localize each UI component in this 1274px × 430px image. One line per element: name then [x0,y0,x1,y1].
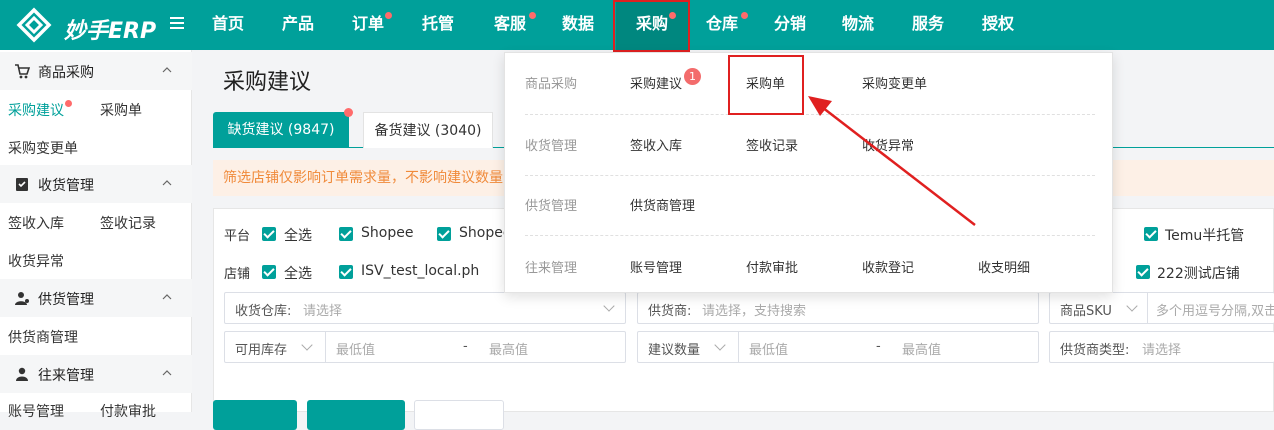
nav-data[interactable]: 数据 [548,0,608,50]
sidebar-item-purchase-change[interactable]: 采购变更单 [8,138,78,158]
dropdown-row-accounts: 往来管理 账号管理 付款审批 收款登记 收支明细 [505,237,1114,298]
checkbox-shop-all[interactable] [262,265,276,279]
sidebar-item-sign-records[interactable]: 签收记录 [100,213,156,233]
menu-toggle-icon[interactable] [170,13,188,33]
sidebar-item-purchase-order[interactable]: 采购单 [100,100,142,120]
sidebar-item-sign-inbound[interactable]: 签收入库 [8,213,64,233]
max-input[interactable]: 最高值 [902,339,941,358]
supplier-type-select[interactable]: 供货商类型: 请选择 [1049,331,1274,363]
nav-services[interactable]: 服务 [898,0,958,50]
chevron-down-icon [714,339,726,351]
suggest-qty-range[interactable]: 建议数量 最低值 - 最高值 [637,331,1039,363]
sidebar-item-payment-approval[interactable]: 付款审批 [100,401,156,421]
logo-icon [16,7,52,43]
page-title: 采购建议 [223,70,312,95]
notification-dot [385,12,392,19]
menu-item-purchase-suggestion[interactable]: 采购建议 [630,73,682,92]
reset-button[interactable] [414,400,504,430]
dropdown-category: 供货管理 [525,199,578,214]
shop-label: 店铺 [224,267,251,282]
highlight-box-purchase-order [728,55,804,115]
chevron-up-icon [162,180,172,186]
purchasing-dropdown-menu: 商品采购 采购建议 1 采购单 采购变更单 收货管理 签收入库 签收记录 收货异… [504,52,1113,293]
menu-item-income-expense-detail[interactable]: 收支明细 [978,257,1030,276]
checkbox-label: Shopee [361,225,414,241]
menu-item-receipt-registration[interactable]: 收款登记 [862,257,914,276]
sidebar-group-product-purchasing[interactable]: 商品采购 [0,52,192,90]
highlight-box-purchasing [613,0,690,52]
platform-label: 平台 [224,229,251,244]
sidebar-group-accounts[interactable]: 往来管理 [0,355,192,393]
dropdown-category: 收货管理 [525,139,578,154]
dropdown-row-product-purchasing: 商品采购 采购建议 1 采购单 采购变更单 [505,53,1114,114]
checkbox-platform-shopee[interactable] [339,227,353,241]
sidebar-item-supplier-management[interactable]: 供货商管理 [8,327,78,347]
nav-customer-service[interactable]: 客服 [480,0,540,50]
user-icon [16,367,28,381]
chevron-up-icon [162,370,172,376]
search-button[interactable] [213,400,297,430]
chevron-down-icon [1126,300,1138,312]
checkbox-platform-all[interactable] [262,227,276,241]
nav-distribution[interactable]: 分销 [760,0,820,50]
brand-name: 妙手ERP [64,19,157,44]
checklist-icon [16,178,28,191]
nav-products[interactable]: 产品 [268,0,328,50]
checkbox-platform-shopee-2[interactable] [437,227,451,241]
menu-item-receiving-exception[interactable]: 收货异常 [862,135,914,154]
checkbox-label: 全选 [284,266,312,282]
menu-item-supplier-management[interactable]: 供货商管理 [630,195,695,214]
dropdown-category: 商品采购 [525,77,578,92]
chevron-up-icon [162,294,172,300]
menu-item-payment-approval[interactable]: 付款审批 [746,257,798,276]
min-input[interactable]: 最低值 [336,339,375,358]
checkbox-platform-temu[interactable] [1144,227,1158,241]
chevron-down-icon [603,300,615,312]
nav-authorization[interactable]: 授权 [968,0,1028,50]
dropdown-category: 往来管理 [525,261,578,276]
menu-item-sign-records[interactable]: 签收记录 [746,135,798,154]
sidebar-item-receiving-exception[interactable]: 收货异常 [8,251,64,271]
chevron-up-icon [162,67,172,73]
brand-logo[interactable]: 妙手ERP [14,7,164,44]
divider [525,235,1095,236]
checkbox-shop-222[interactable] [1136,265,1150,279]
sidebar-group-receiving[interactable]: 收货管理 [0,165,192,203]
notification-badge: 1 [684,68,701,85]
sidebar-item-purchase-suggestion[interactable]: 采购建议 [8,100,72,120]
menu-item-purchase-change[interactable]: 采购变更单 [862,73,927,92]
checkbox-shop-isv[interactable] [339,265,353,279]
sidebar-item-account-management[interactable]: 账号管理 [8,401,64,421]
min-input[interactable]: 最低值 [749,339,788,358]
supplier-icon [15,292,29,305]
notification-dot [741,12,748,19]
nav-home[interactable]: 首页 [198,0,258,50]
nav-orders[interactable]: 订单 [338,0,398,50]
sidebar: 商品采购 采购建议 采购单 采购变更单 收货管理 签收入库 签收记录 收货异常 … [0,50,192,420]
available-stock-range[interactable]: 可用库存 最低值 - 最高值 [224,331,626,363]
menu-item-sign-inbound[interactable]: 签收入库 [630,135,682,154]
tab-shortage-suggestion[interactable]: 缺货建议 (9847) [213,108,353,148]
sidebar-group-supply[interactable]: 供货管理 [0,279,192,317]
checkbox-label: 全选 [284,228,312,244]
menu-item-account-management[interactable]: 账号管理 [630,257,682,276]
nav-logistics[interactable]: 物流 [828,0,888,50]
chevron-down-icon [301,339,313,351]
notification-dot [344,108,353,117]
action-button[interactable] [307,400,405,430]
checkbox-label: Temu半托管 [1165,228,1245,244]
tab-stock-suggestion[interactable]: 备货建议 (3040) [363,112,493,148]
notification-dot [529,12,536,19]
dropdown-row-receiving: 收货管理 签收入库 签收记录 收货异常 [505,115,1114,176]
notification-dot [65,100,72,107]
max-input[interactable]: 最高值 [489,339,528,358]
cart-icon [15,64,30,79]
dropdown-row-supply: 供货管理 供货商管理 [505,175,1114,236]
nav-warehouse[interactable]: 仓库 [694,0,750,50]
nav-hosting[interactable]: 托管 [408,0,468,50]
checkbox-label: 222测试店铺 [1157,266,1240,282]
checkbox-label: ISV_test_local.ph [361,263,480,279]
